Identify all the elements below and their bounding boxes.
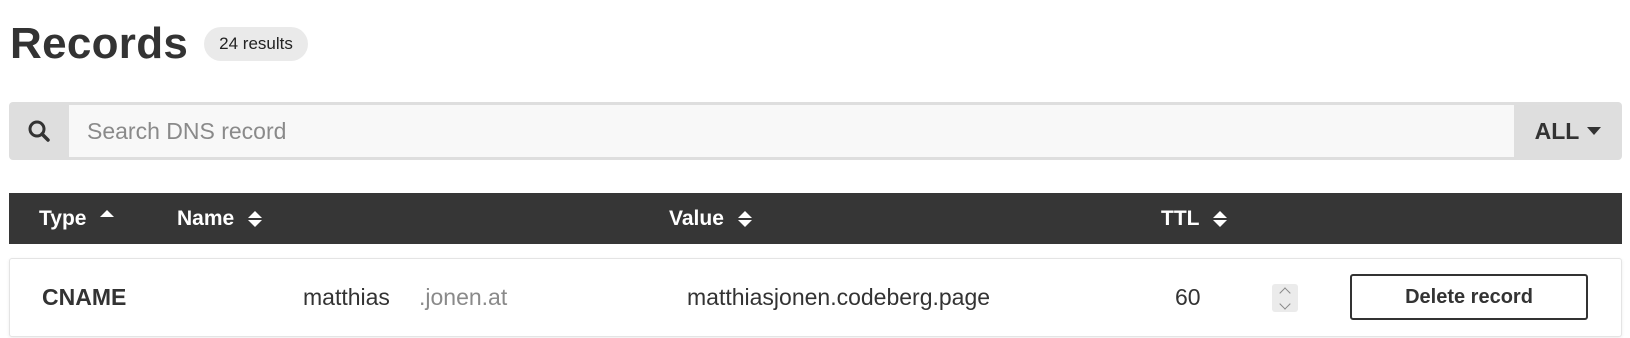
filter-selected-value: ALL: [1534, 117, 1580, 144]
record-type-filter-dropdown[interactable]: ALL: [1514, 102, 1622, 160]
page-header: Records 24 results: [10, 18, 308, 70]
sort-icon: [1213, 210, 1228, 227]
page-title: Records: [10, 19, 189, 68]
search-input[interactable]: [69, 105, 1514, 157]
chevron-down-icon[interactable]: [1279, 297, 1291, 310]
sort-icon: [248, 210, 263, 227]
record-value-input[interactable]: matthiasjonen.codeberg.page: [687, 259, 990, 336]
record-ttl-input[interactable]: 60: [1175, 259, 1201, 336]
record-name-suffix: .jonen.at: [419, 284, 508, 310]
sort-ascending-icon: [100, 210, 115, 217]
column-header-type[interactable]: Type: [39, 193, 115, 244]
record-type: CNAME: [42, 284, 127, 310]
chevron-up-icon[interactable]: [1279, 286, 1291, 299]
table-header: Type Name Value TTL: [9, 193, 1622, 244]
column-header-ttl[interactable]: TTL: [1161, 193, 1228, 244]
record-name-input[interactable]: matthias: [303, 259, 390, 336]
column-header-type-label: Type: [39, 206, 87, 230]
search-icon: [9, 102, 69, 160]
column-header-value-label: Value: [669, 206, 724, 230]
column-header-name[interactable]: Name: [177, 193, 263, 244]
column-header-value[interactable]: Value: [669, 193, 752, 244]
column-header-ttl-label: TTL: [1161, 206, 1200, 230]
delete-record-button[interactable]: Delete record: [1350, 274, 1588, 320]
results-count-badge: 24 results: [204, 27, 308, 61]
table-row: CNAME matthias .jonen.at matthiasjonen.c…: [9, 258, 1622, 337]
ttl-stepper[interactable]: [1272, 284, 1298, 312]
sort-icon: [737, 210, 752, 227]
column-header-name-label: Name: [177, 206, 235, 230]
search-bar: ALL: [9, 102, 1622, 160]
caret-down-icon: [1587, 127, 1602, 135]
